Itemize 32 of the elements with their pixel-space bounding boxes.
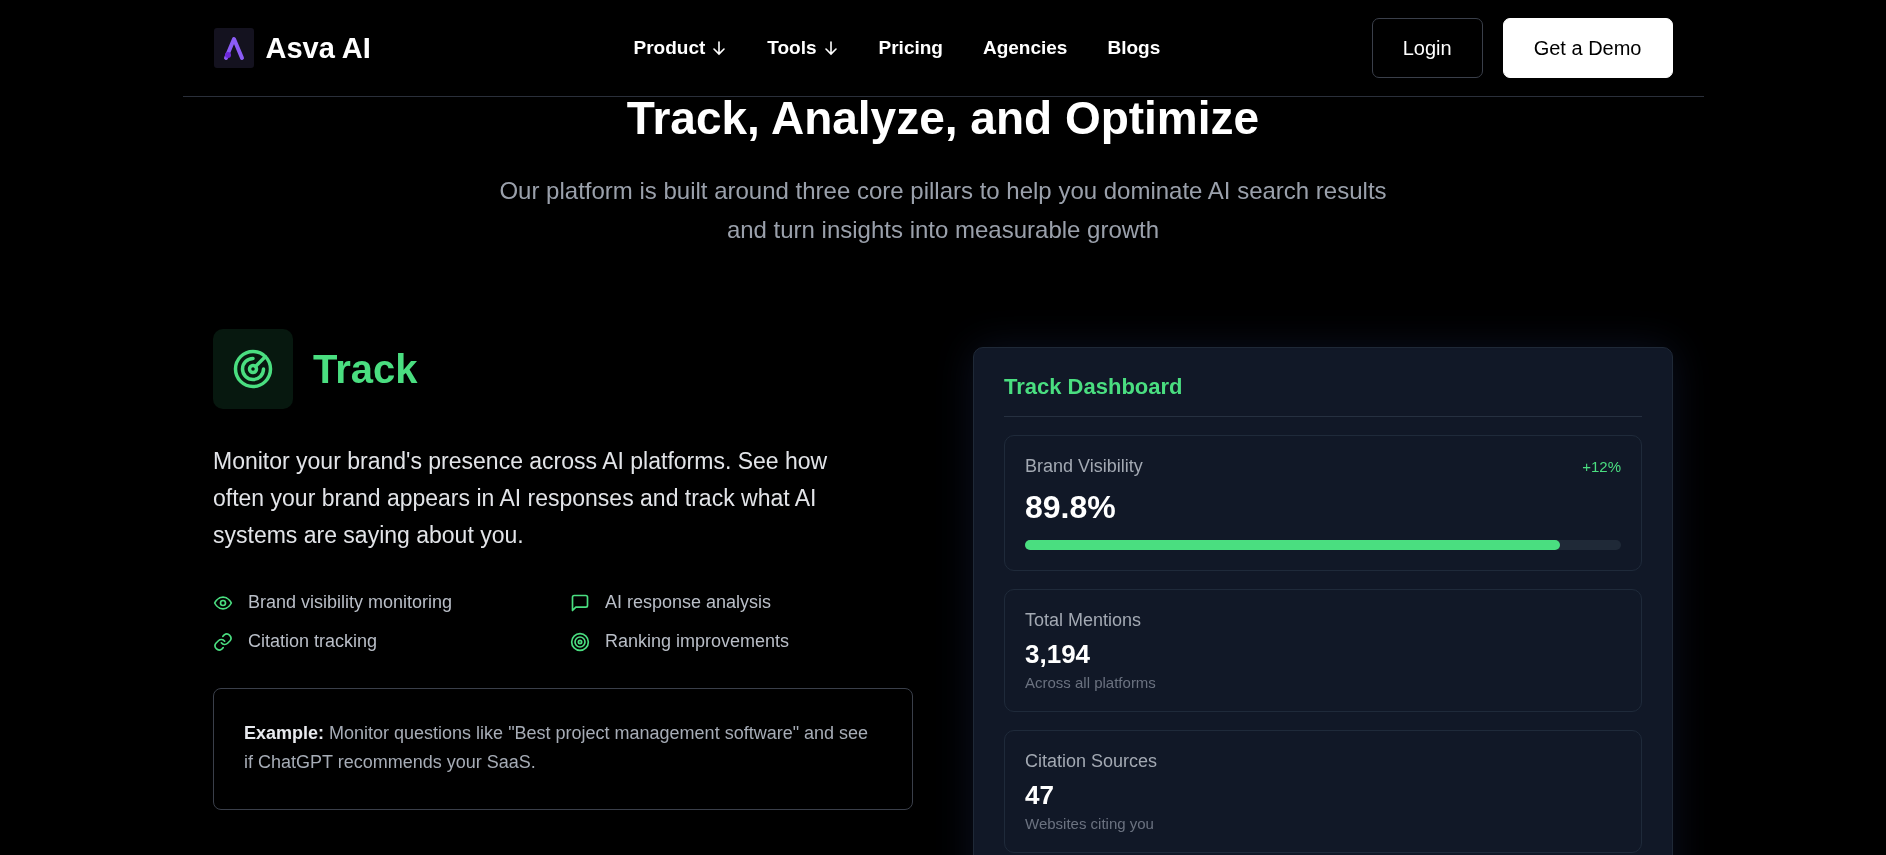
feature-description: Monitor your brand's presence across AI platforms. See how often your brand appears in AI responses and track what AI systems are saying about you. — [213, 447, 829, 550]
feature-title: Track — [313, 346, 418, 392]
feature-point: Ranking improvements — [605, 631, 790, 652]
nav-link[interactable]: Product — [633, 37, 728, 59]
link-icon — [213, 631, 233, 652]
metric-label: Brand Visibility — [1025, 456, 1143, 477]
metric-label: Citation Sources — [1025, 751, 1159, 772]
logo-icon — [213, 28, 254, 68]
metric-label: Total Mentions — [1025, 610, 1143, 631]
demo-button[interactable]: Get a Demo — [1502, 18, 1673, 78]
example-callout: Example: Monitor questions like "Best project management software" and see if ChatGPT recommends your SaaS. — [213, 688, 913, 810]
nav-link[interactable]: Tools — [767, 37, 839, 59]
target-icon — [570, 631, 590, 652]
radar-icon — [232, 348, 274, 390]
metric-value: 89.8% — [1025, 489, 1117, 526]
metric-value: 47 — [1025, 780, 1055, 811]
feature-point: AI response analysis — [605, 592, 772, 613]
hero-subtitle: Our platform is built around three core pillars to help you dominate AI search results and turn insights into measurable growth — [498, 176, 1388, 245]
feature-point: Citation tracking — [248, 631, 378, 652]
metric-change: +12% — [1582, 458, 1621, 475]
nav-link[interactable]: Pricing — [878, 37, 943, 59]
feature-point: Brand visibility monitoring — [248, 592, 453, 613]
logo-text[interactable]: Asva AI — [265, 31, 371, 65]
chat-bubble-icon — [570, 592, 590, 613]
dashboard-title: Track Dashboard — [1004, 374, 1642, 417]
metric-note: Websites citing you — [1025, 815, 1155, 832]
nav-link[interactable]: Agencies — [982, 37, 1068, 59]
metric-note: Across all platforms — [1025, 674, 1157, 691]
nav-link[interactable]: Blogs — [1107, 37, 1161, 59]
metric-value: 3,194 — [1025, 639, 1092, 670]
hero-heading: Track, Analyze, and Optimize — [625, 91, 1261, 145]
login-button[interactable]: Login — [1371, 18, 1483, 78]
